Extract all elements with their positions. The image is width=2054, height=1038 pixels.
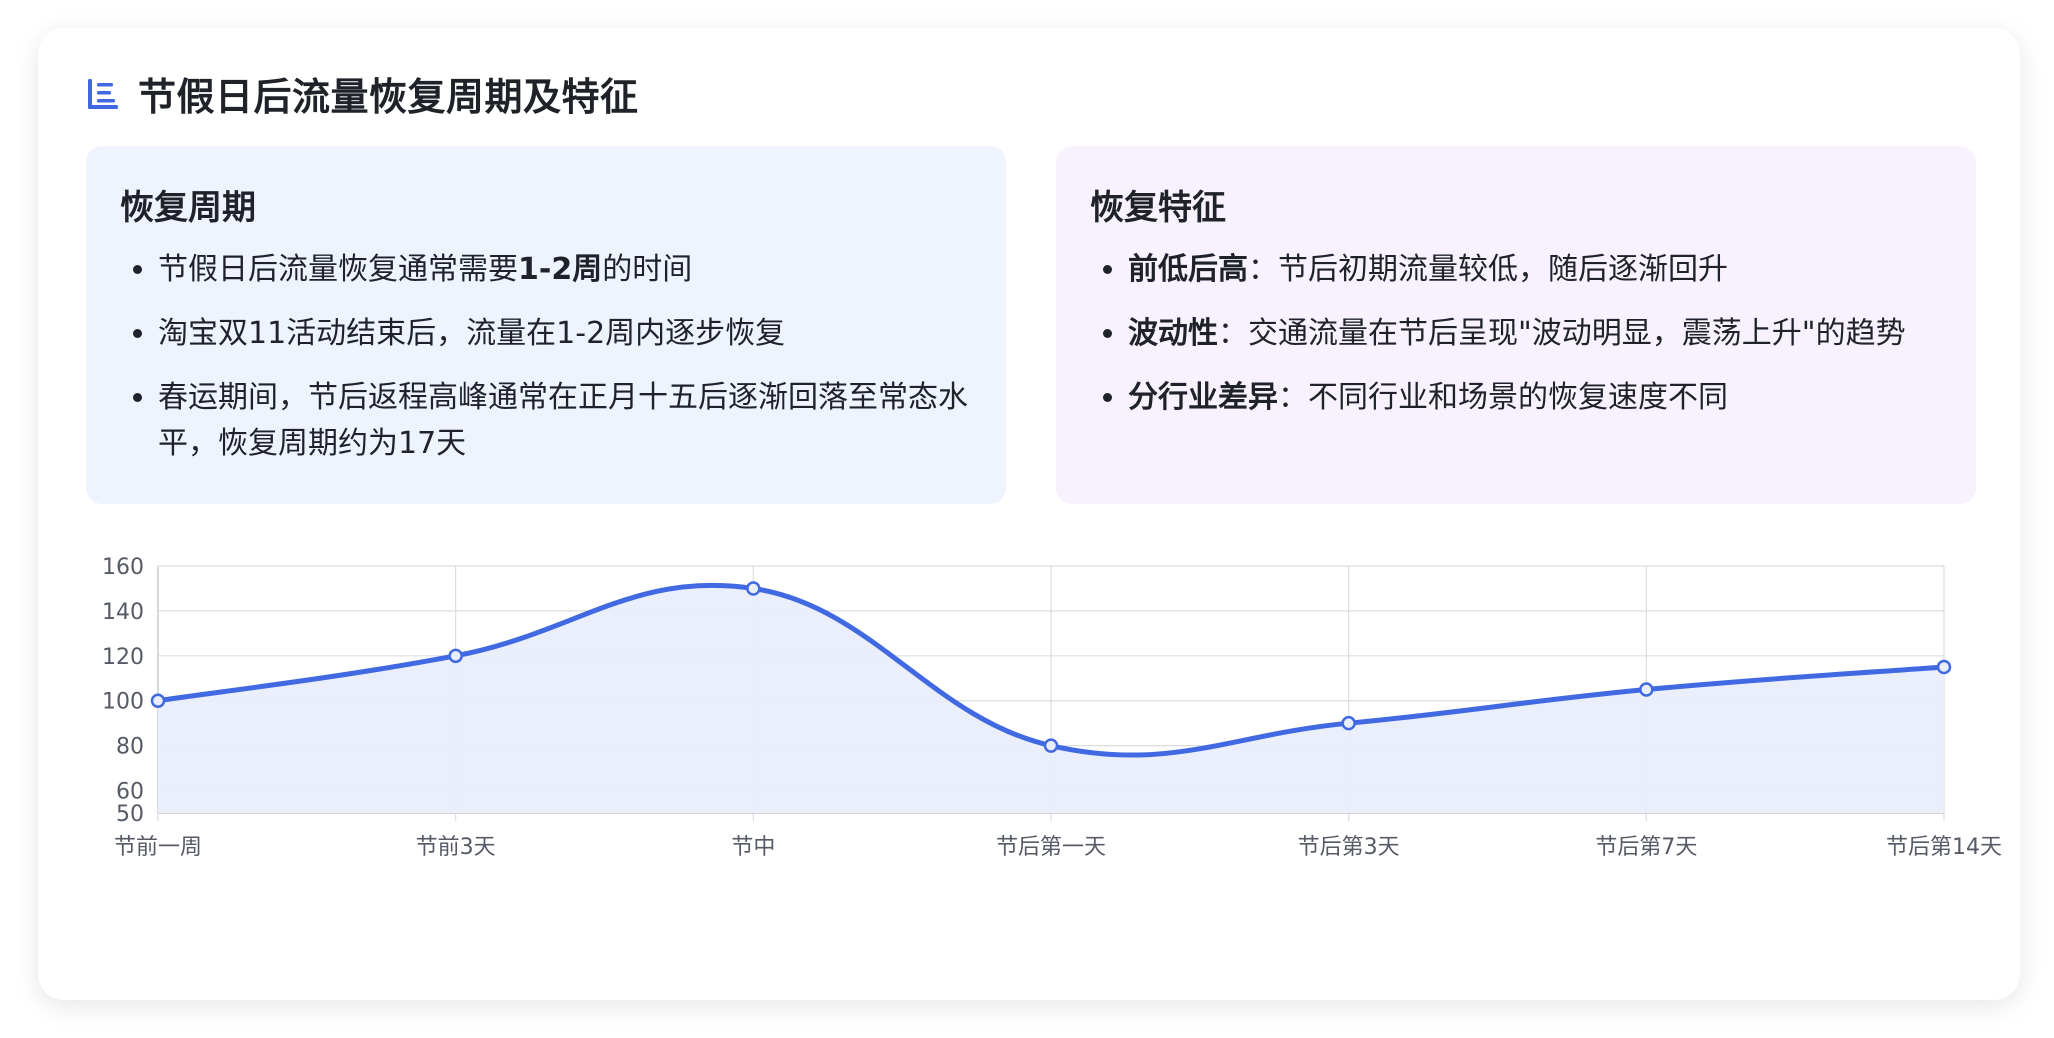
traffic-line-chart: 50 60 80 100 120 140 160 节前一周 节前3天 节中 节后第一天 节后第3天 节后… — [86, 556, 2008, 986]
recovery-features-list: 前低后高：节后初期流量较低，随后逐渐回升 波动性：交通流量在节后呈现"波动明显，… — [1090, 247, 1942, 421]
item-text: 春运期间，节后返程高峰通常在正月十五后逐渐回落至常态水平，恢复周期约为17天 — [158, 380, 968, 461]
y-tick-label: 120 — [102, 645, 144, 670]
list-item: 分行业差异：不同行业和场景的恢复速度不同 — [1128, 375, 1942, 421]
item-text: ：节后初期流量较低，随后逐渐回升 — [1248, 252, 1728, 287]
list-icon — [86, 77, 120, 111]
list-item: 节假日后流量恢复通常需要1-2周的时间 — [158, 247, 972, 293]
item-text: 节假日后流量恢复通常需要 — [158, 252, 518, 287]
list-item: 前低后高：节后初期流量较低，随后逐渐回升 — [1128, 247, 1942, 293]
data-point — [1639, 682, 1654, 697]
item-bold: 分行业差异 — [1128, 380, 1278, 415]
header: 节假日后流量恢复周期及特征 — [86, 66, 639, 121]
y-tick-label: 140 — [102, 600, 144, 625]
item-text: 淘宝双11活动结束后，流量在1-2周内逐步恢复 — [158, 316, 786, 351]
item-text: ：不同行业和场景的恢复速度不同 — [1278, 380, 1728, 415]
item-bold: 1-2周 — [518, 252, 603, 287]
page-title: 节假日后流量恢复周期及特征 — [138, 75, 639, 119]
y-tick-label: 100 — [102, 690, 144, 715]
recovery-features-title: 恢复特征 — [1090, 188, 1226, 228]
x-tick-label: 节中 — [731, 835, 775, 860]
recovery-cycle-title: 恢复周期 — [120, 188, 256, 228]
data-point — [746, 581, 761, 596]
y-tick-label: 80 — [116, 735, 144, 760]
recovery-cycle-list: 节假日后流量恢复通常需要1-2周的时间 淘宝双11活动结束后，流量在1-2周内逐… — [120, 247, 972, 467]
data-point — [1341, 715, 1356, 731]
list-item: 春运期间，节后返程高峰通常在正月十五后逐渐回落至常态水平，恢复周期约为17天 — [158, 375, 972, 467]
list-item: 波动性：交通流量在节后呈现"波动明显，震荡上升"的趋势 — [1128, 311, 1942, 357]
y-tick-label: 160 — [102, 556, 144, 580]
item-bold: 前低后高 — [1128, 252, 1248, 287]
x-tick-label: 节后第7天 — [1595, 835, 1697, 860]
list-item: 淘宝双11活动结束后，流量在1-2周内逐步恢复 — [158, 311, 972, 357]
data-point — [1043, 738, 1059, 753]
x-tick-label: 节前一周 — [114, 835, 202, 860]
x-tick-label: 节后第14天 — [1886, 835, 2002, 860]
recovery-cycle-panel: 恢复周期 节假日后流量恢复通常需要1-2周的时间 淘宝双11活动结束后，流量在1… — [86, 146, 1006, 504]
data-point — [150, 693, 166, 708]
x-tick-label: 节后第一天 — [996, 835, 1106, 860]
y-tick-label: 50 — [116, 802, 144, 827]
y-tick-label: 60 — [116, 780, 144, 805]
chart-svg: 5060 80 100 120 140 160 节前一周 节前3天 节中 节后第一天 节后第3天 节后… — [102, 556, 2002, 860]
item-text: ：交通流量在节后呈现"波动明显，震荡上升"的趋势 — [1218, 316, 1906, 351]
data-point — [448, 648, 463, 664]
recovery-features-panel: 恢复特征 前低后高：节后初期流量较低，随后逐渐回升 波动性：交通流量在节后呈现"… — [1056, 146, 1976, 504]
x-tick-label: 节前3天 — [416, 835, 496, 860]
card: 节假日后流量恢复周期及特征 恢复周期 节假日后流量恢复通常需要1-2周的时间 淘… — [38, 28, 2020, 1000]
x-tick-label: 节后第3天 — [1298, 835, 1400, 860]
item-text: 的时间 — [602, 252, 693, 287]
item-bold: 波动性 — [1128, 316, 1218, 351]
data-point — [1936, 659, 1952, 675]
